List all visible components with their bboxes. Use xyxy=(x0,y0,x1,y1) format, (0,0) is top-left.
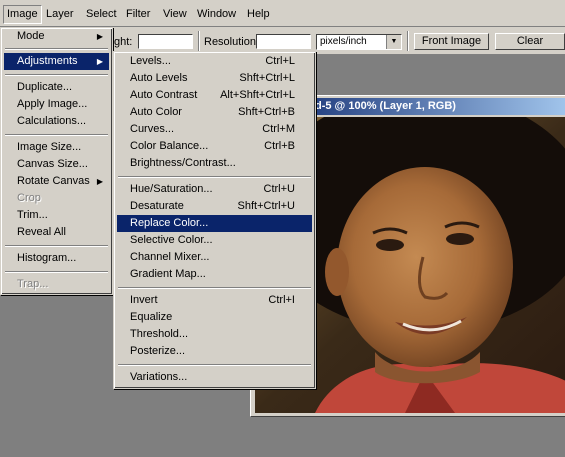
menu-separator xyxy=(5,48,108,50)
menu-separator xyxy=(118,287,311,289)
menu-item-curves[interactable]: Curves... Ctrl+M xyxy=(117,121,312,138)
submenu-arrow-icon: ▶ xyxy=(96,32,103,41)
menu-item-color-balance[interactable]: Color Balance... Ctrl+B xyxy=(117,138,312,155)
resolution-unit-value: pixels/inch xyxy=(320,36,367,47)
menu-item-threshold[interactable]: Threshold... xyxy=(117,326,312,343)
menu-item-gradient-map[interactable]: Gradient Map... xyxy=(117,266,312,283)
menu-item-auto-levels[interactable]: Auto Levels Shft+Ctrl+L xyxy=(117,70,312,87)
resolution-label: Resolution: xyxy=(204,36,260,48)
menu-item-label: Invert xyxy=(130,294,158,306)
menu-item-adjustments[interactable]: Adjustments ▶ xyxy=(4,53,109,70)
menu-item-label: Adjustments xyxy=(17,55,78,67)
menu-item-label: Color Balance... xyxy=(130,140,209,152)
menu-image[interactable]: Image xyxy=(3,5,42,24)
clear-button[interactable]: Clear xyxy=(495,33,565,50)
menu-item-label: Rotate Canvas xyxy=(17,175,90,187)
menu-separator xyxy=(5,245,108,247)
menu-item-shortcut: Ctrl+I xyxy=(268,294,295,306)
menu-item-label: Channel Mixer... xyxy=(130,251,210,263)
menu-item-label: Posterize... xyxy=(130,345,186,357)
menu-item-label: Replace Color... xyxy=(130,217,209,229)
menu-item-label: Threshold... xyxy=(130,328,189,340)
menu-item-shortcut: Ctrl+U xyxy=(263,183,295,195)
menu-item-invert[interactable]: Invert Ctrl+I xyxy=(117,292,312,309)
menu-item-shortcut: Alt+Shft+Ctrl+L xyxy=(220,89,295,101)
menu-item-shortcut: Ctrl+B xyxy=(264,140,295,152)
menu-filter[interactable]: Filter xyxy=(123,6,153,22)
menu-item-label: Brightness/Contrast... xyxy=(130,157,236,169)
menu-item-shortcut: Shft+Ctrl+B xyxy=(238,106,295,118)
menu-item-calculations[interactable]: Calculations... xyxy=(4,113,109,130)
menu-item-canvas-size[interactable]: Canvas Size... xyxy=(4,156,109,173)
adjustments-menu: Levels... Ctrl+L Auto Levels Shft+Ctrl+L A… xyxy=(113,51,316,389)
menu-separator xyxy=(5,134,108,136)
menu-separator xyxy=(5,74,108,76)
menu-item-rotate-canvas[interactable]: Rotate Canvas ▶ xyxy=(4,173,109,190)
menu-item-label: Gradient Map... xyxy=(130,268,206,280)
options-separator xyxy=(407,31,409,51)
chevron-down-icon: ▼ xyxy=(386,35,401,49)
menu-item-apply-image[interactable]: Apply Image... xyxy=(4,96,109,113)
menu-item-shortcut: Ctrl+L xyxy=(265,55,295,67)
menu-item-label: Auto Color xyxy=(130,106,182,118)
menu-separator xyxy=(5,271,108,273)
menu-item-label: Equalize xyxy=(130,311,173,323)
menu-item-image-size[interactable]: Image Size... xyxy=(4,139,109,156)
menu-item-label: Levels... xyxy=(130,55,171,67)
menu-item-reveal-all[interactable]: Reveal All xyxy=(4,224,109,241)
image-menu: Mode ▶ Adjustments ▶ Duplicate... Apply … xyxy=(0,27,113,295)
menu-item-label: Selective Color... xyxy=(130,234,213,246)
menu-item-label: Desaturate xyxy=(130,200,184,212)
menu-help[interactable]: Help xyxy=(244,6,273,22)
submenu-arrow-icon: ▶ xyxy=(96,177,103,186)
menu-item-label: Mode xyxy=(17,30,45,42)
menu-item-label: Curves... xyxy=(130,123,175,135)
menu-item-selective-color[interactable]: Selective Color... xyxy=(117,232,312,249)
options-separator xyxy=(198,31,200,51)
menu-item-shortcut: Shft+Ctrl+U xyxy=(237,200,295,212)
menu-separator xyxy=(118,364,311,366)
menu-item-histogram[interactable]: Histogram... xyxy=(4,250,109,267)
menu-item-shortcut: Shft+Ctrl+L xyxy=(239,72,295,84)
menu-item-label: Variations... xyxy=(130,371,188,383)
menu-window[interactable]: Window xyxy=(194,6,239,22)
menu-item-shortcut: Ctrl+M xyxy=(262,123,295,135)
menu-view[interactable]: View xyxy=(160,6,190,22)
menu-item-replace-color[interactable]: Replace Color... xyxy=(117,215,312,232)
menu-item-auto-contrast[interactable]: Auto Contrast Alt+Shft+Ctrl+L xyxy=(117,87,312,104)
menu-separator xyxy=(118,176,311,178)
menu-item-trap: Trap... xyxy=(17,278,49,290)
menu-item-brightness-contrast[interactable]: Brightness/Contrast... xyxy=(117,155,312,172)
menu-item-variations[interactable]: Variations... xyxy=(117,369,312,386)
submenu-arrow-icon: ▶ xyxy=(96,57,103,66)
menu-item-desaturate[interactable]: Desaturate Shft+Ctrl+U xyxy=(117,198,312,215)
menu-item-hue-saturation[interactable]: Hue/Saturation... Ctrl+U xyxy=(117,181,312,198)
menu-item-auto-color[interactable]: Auto Color Shft+Ctrl+B xyxy=(117,104,312,121)
menu-item-label: Auto Contrast xyxy=(130,89,198,101)
menu-select[interactable]: Select xyxy=(83,6,120,22)
menu-item-duplicate[interactable]: Duplicate... xyxy=(4,79,109,96)
menu-item-posterize[interactable]: Posterize... xyxy=(117,343,312,360)
menu-item-equalize[interactable]: Equalize xyxy=(117,309,312,326)
menu-item-label: Auto Levels xyxy=(130,72,188,84)
menu-item-channel-mixer[interactable]: Channel Mixer... xyxy=(117,249,312,266)
height-label: ght: xyxy=(114,36,133,48)
menu-layer[interactable]: Layer xyxy=(43,6,77,22)
resolution-input[interactable] xyxy=(256,34,311,49)
menu-item-levels[interactable]: Levels... Ctrl+L xyxy=(117,53,312,70)
menu-item-trim[interactable]: Trim... xyxy=(4,207,109,224)
height-input[interactable] xyxy=(138,34,193,49)
resolution-unit-select[interactable]: pixels/inch ▼ xyxy=(316,34,402,50)
menu-bar: Image Layer Select Filter View Window He… xyxy=(0,0,565,27)
menu-item-crop: Crop xyxy=(17,192,41,204)
front-image-button[interactable]: Front Image xyxy=(414,33,489,50)
menu-item-label: Hue/Saturation... xyxy=(130,183,213,195)
menu-item-mode[interactable]: Mode ▶ xyxy=(4,28,109,45)
